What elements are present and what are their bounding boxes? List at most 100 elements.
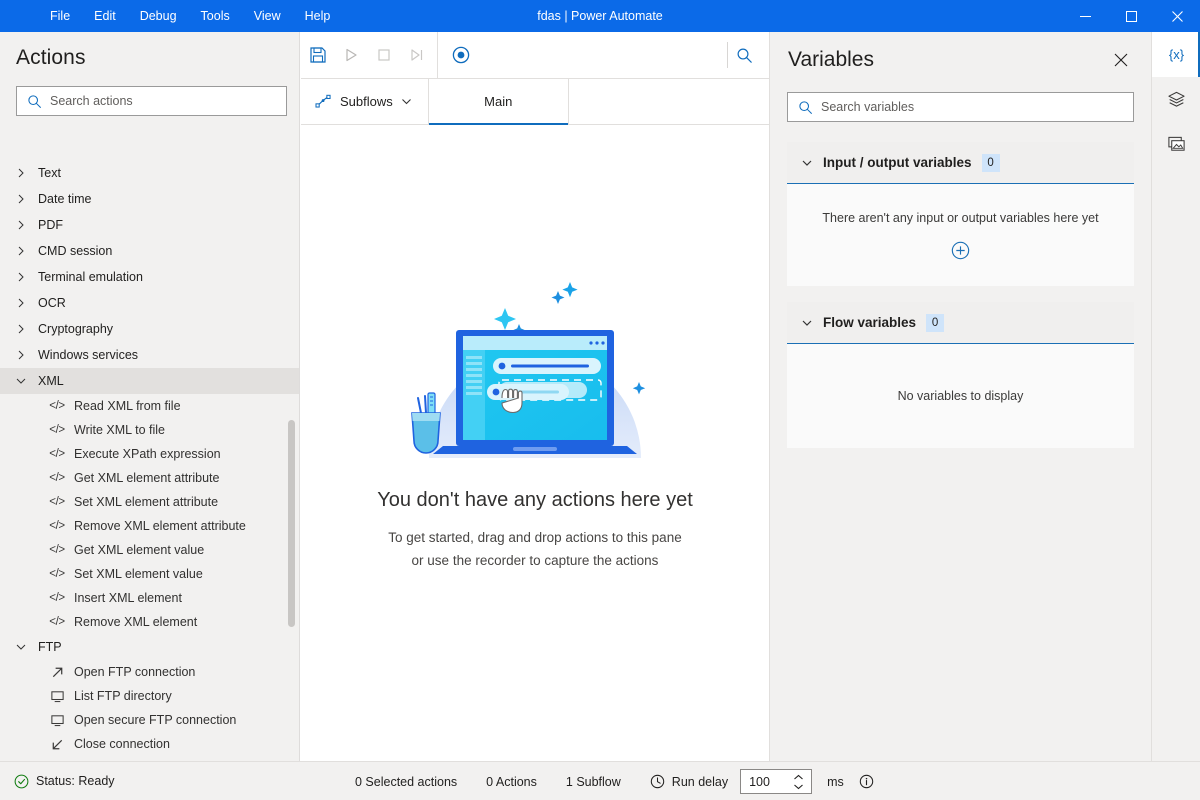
workspace: Subflows Main You don't have any actions… — [301, 31, 769, 761]
action-group-text[interactable]: Text — [0, 160, 299, 186]
tab-main[interactable]: Main — [428, 79, 569, 125]
search-variables-input[interactable] — [821, 93, 1133, 121]
action-item-open-ftp-connection[interactable]: Open FTP connection — [0, 660, 299, 684]
run-delay-input[interactable] — [741, 770, 788, 793]
action-group-windows-services[interactable]: Windows services — [0, 342, 299, 368]
action-item-read-xml-from-file[interactable]: </> Read XML from file — [0, 394, 299, 418]
menu-item-edit[interactable]: Edit — [82, 0, 128, 32]
code-icon: </> — [49, 616, 65, 628]
search-actions-input[interactable] — [50, 87, 286, 115]
chevron-down-icon — [16, 376, 34, 386]
arrow-up-right-icon — [46, 665, 68, 680]
action-group-pdf[interactable]: PDF — [0, 212, 299, 238]
action-group-cmd-session[interactable]: CMD session — [0, 238, 299, 264]
run-delay-info-button[interactable] — [859, 774, 874, 789]
actions-tree[interactable]: Text Date time PDF CMD session Terminal … — [0, 160, 299, 761]
run-next-action-button[interactable] — [400, 39, 433, 71]
code-icon: </> — [49, 448, 65, 460]
variables-panel-header: Variables — [770, 32, 1151, 74]
maximize-button[interactable] — [1108, 0, 1154, 32]
subflows-icon — [315, 94, 332, 109]
action-item-get-xml-element-value[interactable]: </> Get XML element value — [0, 538, 299, 562]
action-group-xml[interactable]: XML — [0, 368, 299, 394]
code-icon: </> — [49, 568, 65, 580]
recorder-button[interactable] — [444, 39, 477, 71]
action-item-set-xml-element-value[interactable]: </> Set XML element value — [0, 562, 299, 586]
step-icon — [410, 49, 422, 61]
action-group-label: PDF — [38, 218, 63, 232]
action-item-label: Read XML from file — [74, 399, 181, 413]
action-item-list-ftp-directory[interactable]: List FTP directory — [0, 684, 299, 708]
action-group-ocr[interactable]: OCR — [0, 290, 299, 316]
actions-panel-title: Actions — [16, 46, 86, 69]
monitor-icon — [46, 689, 68, 704]
rail-button-variables[interactable]: {x} — [1152, 32, 1200, 77]
action-group-terminal-emulation[interactable]: Terminal emulation — [0, 264, 299, 290]
empty-message: There aren't any input or output variabl… — [822, 210, 1099, 225]
title-bar: File Edit Debug Tools View Help fdas | P… — [0, 0, 1200, 32]
search-icon — [798, 100, 813, 115]
toolbar-divider — [437, 31, 438, 79]
run-delay-label: Run delay — [671, 774, 729, 789]
action-group-date-time[interactable]: Date time — [0, 186, 299, 212]
menu-item-tools[interactable]: Tools — [189, 0, 242, 32]
menu-item-help[interactable]: Help — [293, 0, 343, 32]
minimize-icon — [1079, 15, 1091, 17]
actions-panel: Actions Text Date time — [0, 32, 300, 761]
action-group-label: FTP — [38, 640, 62, 654]
action-item-label: Close connection — [74, 737, 170, 751]
variables-panel-close-button[interactable] — [1107, 46, 1135, 74]
search-actions-box[interactable] — [16, 86, 287, 116]
action-item-execute-xpath-expression[interactable]: </> Execute XPath expression — [0, 442, 299, 466]
code-icon: </> — [49, 472, 65, 484]
braces-x-icon: {x} — [1168, 47, 1185, 62]
subflows-dropdown[interactable]: Subflows — [301, 79, 429, 124]
menu-item-file[interactable]: File — [38, 0, 82, 32]
search-variables-box[interactable] — [787, 92, 1134, 122]
action-item-open-secure-ftp-connection[interactable]: Open secure FTP connection — [0, 708, 299, 732]
flow-canvas[interactable]: You don't have any actions here yet To g… — [301, 126, 769, 761]
minimize-button[interactable] — [1062, 0, 1108, 32]
info-icon — [859, 774, 873, 789]
chevron-right-icon — [16, 350, 34, 360]
tab-label: Main — [484, 94, 513, 109]
subflow-count: 1 Subflow — [565, 774, 621, 789]
code-icon: </> — [49, 400, 65, 412]
actions-tree-scrollbar[interactable] — [288, 420, 295, 627]
record-icon — [452, 46, 469, 64]
action-item-close-connection[interactable]: Close connection — [0, 732, 299, 756]
action-group-ftp[interactable]: FTP — [0, 634, 299, 660]
action-item-label: Get XML element value — [74, 543, 205, 557]
action-group-cryptography[interactable]: Cryptography — [0, 316, 299, 342]
search-icon — [737, 48, 752, 63]
action-item-remove-xml-element[interactable]: </> Remove XML element — [0, 610, 299, 634]
rail-button-images[interactable] — [1152, 122, 1200, 167]
chevron-right-icon — [16, 272, 34, 282]
action-item-write-xml-to-file[interactable]: </> Write XML to file — [0, 418, 299, 442]
workspace-toolbar — [301, 31, 769, 79]
flow-variables-body: No variables to display — [787, 344, 1134, 448]
flow-variables-header[interactable]: Flow variables 0 — [787, 302, 1134, 344]
action-item-set-xml-element-attribute[interactable]: </> Set XML element attribute — [0, 490, 299, 514]
stop-button[interactable] — [367, 39, 400, 71]
action-item-insert-xml-element[interactable]: </> Insert XML element — [0, 586, 299, 610]
menu-bar: File Edit Debug Tools View Help — [0, 0, 342, 32]
action-item-get-xml-element-attribute[interactable]: </> Get XML element attribute — [0, 466, 299, 490]
save-button[interactable] — [301, 39, 334, 71]
close-button[interactable] — [1154, 0, 1200, 32]
action-item-remove-xml-element-attribute[interactable]: </> Remove XML element attribute — [0, 514, 299, 538]
code-icon: </> — [49, 544, 65, 556]
menu-item-debug[interactable]: Debug — [128, 0, 189, 32]
menu-item-view[interactable]: View — [242, 0, 293, 32]
run-delay-spin-arrows[interactable] — [787, 774, 809, 790]
maximize-icon — [1125, 10, 1137, 22]
code-icon: </> — [49, 520, 65, 532]
workspace-search-button[interactable] — [728, 39, 761, 71]
run-button[interactable] — [334, 39, 367, 71]
add-variable-button[interactable] — [951, 241, 970, 260]
stop-icon — [377, 49, 390, 61]
rail-button-ui-elements[interactable] — [1152, 77, 1200, 122]
action-item-label: Set XML element value — [74, 567, 203, 581]
input-output-variables-header[interactable]: Input / output variables 0 — [787, 142, 1134, 184]
run-delay-stepper[interactable] — [740, 769, 813, 794]
